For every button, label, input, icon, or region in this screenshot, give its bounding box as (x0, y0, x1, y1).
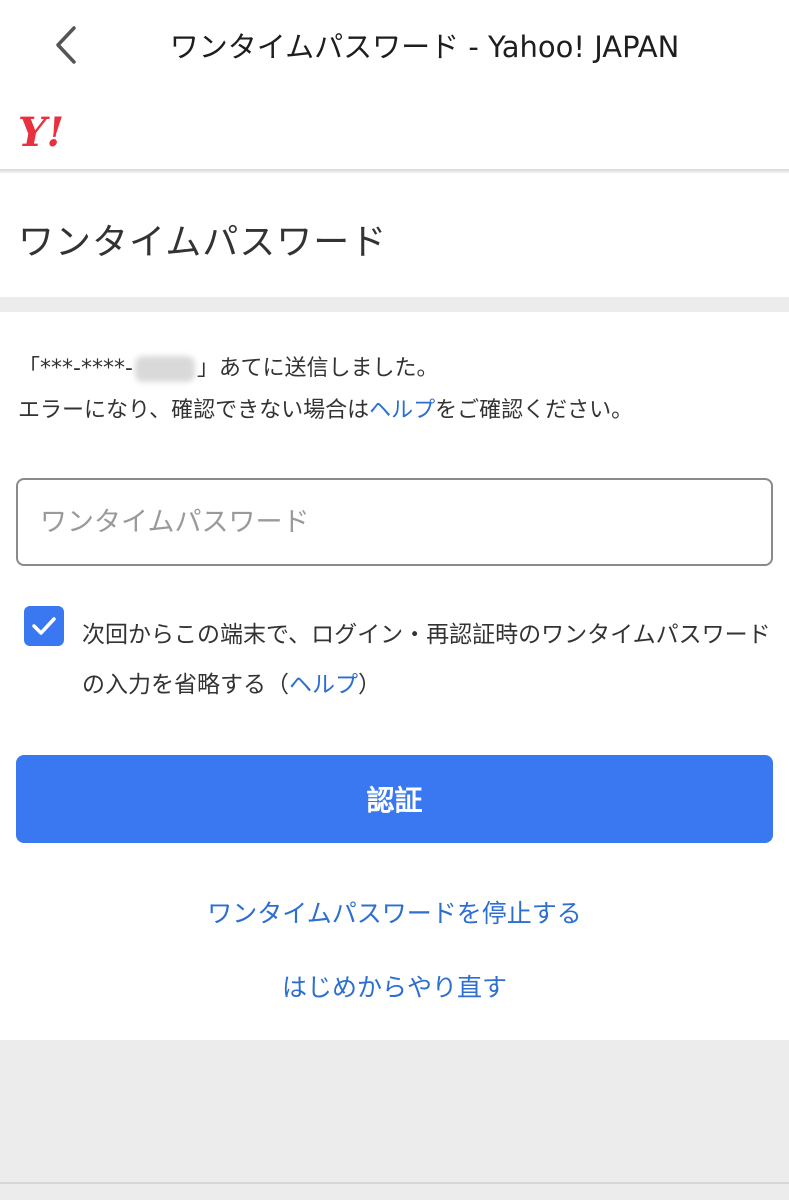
sent-info-line1: 「***-****- 」あてに送信しました。 (18, 348, 633, 390)
remember-label-suffix: ） (358, 672, 381, 698)
authenticate-button[interactable]: 認証 (16, 755, 773, 843)
yahoo-logo[interactable]: Y! (18, 110, 96, 152)
page-title: ワンタイムパスワード (18, 222, 388, 263)
sent-info: 「***-****- 」あてに送信しました。 エラーになり、確認できない場合はヘル… (18, 348, 633, 432)
remember-device-checkbox[interactable] (24, 606, 64, 646)
sent-info-suffix: 」あてに送信しました。 (196, 356, 439, 381)
remember-help-link[interactable]: ヘルプ (289, 672, 358, 698)
remember-device-label[interactable]: 次回からこの端末で、ログイン・再認証時のワンタイムパスワードの入力を省略する（ヘ… (82, 610, 772, 710)
stop-otp-link[interactable]: ワンタイムパスワードを停止する (0, 894, 789, 930)
logo-text: Y! (18, 110, 64, 152)
brand-bar: Y! (0, 90, 789, 171)
error-text-suffix: をご確認ください。 (435, 398, 634, 423)
checkmark-icon (32, 617, 56, 635)
error-text: エラーになり、確認できない場合は (18, 398, 370, 423)
restart-link[interactable]: はじめからやり直す (0, 968, 789, 1004)
chevron-left-icon (56, 26, 76, 64)
window-title: ワンタイムパスワード - Yahoo! JAPAN (169, 30, 680, 64)
back-button[interactable] (50, 22, 84, 68)
bracket-open: 「 (18, 356, 41, 381)
sent-info-line2: エラーになり、確認できない場合はヘルプをご確認ください。 (18, 390, 633, 432)
section-divider (0, 297, 789, 312)
top-bar: ワンタイムパスワード - Yahoo! JAPAN (0, 0, 789, 90)
redacted-digits (134, 356, 195, 382)
otp-input[interactable] (16, 478, 773, 566)
remember-label-text: 次回からこの端末で、ログイン・再認証時のワンタイムパスワードの入力を省略する（ (82, 622, 771, 698)
masked-phone-number: ***-****- (40, 356, 133, 381)
otp-form: 「***-****- 」あてに送信しました。 エラーになり、確認できない場合はヘル… (0, 312, 789, 1040)
title-section: ワンタイムパスワード (0, 173, 789, 297)
help-link[interactable]: ヘルプ (369, 398, 435, 423)
bottom-divider (0, 1182, 789, 1184)
